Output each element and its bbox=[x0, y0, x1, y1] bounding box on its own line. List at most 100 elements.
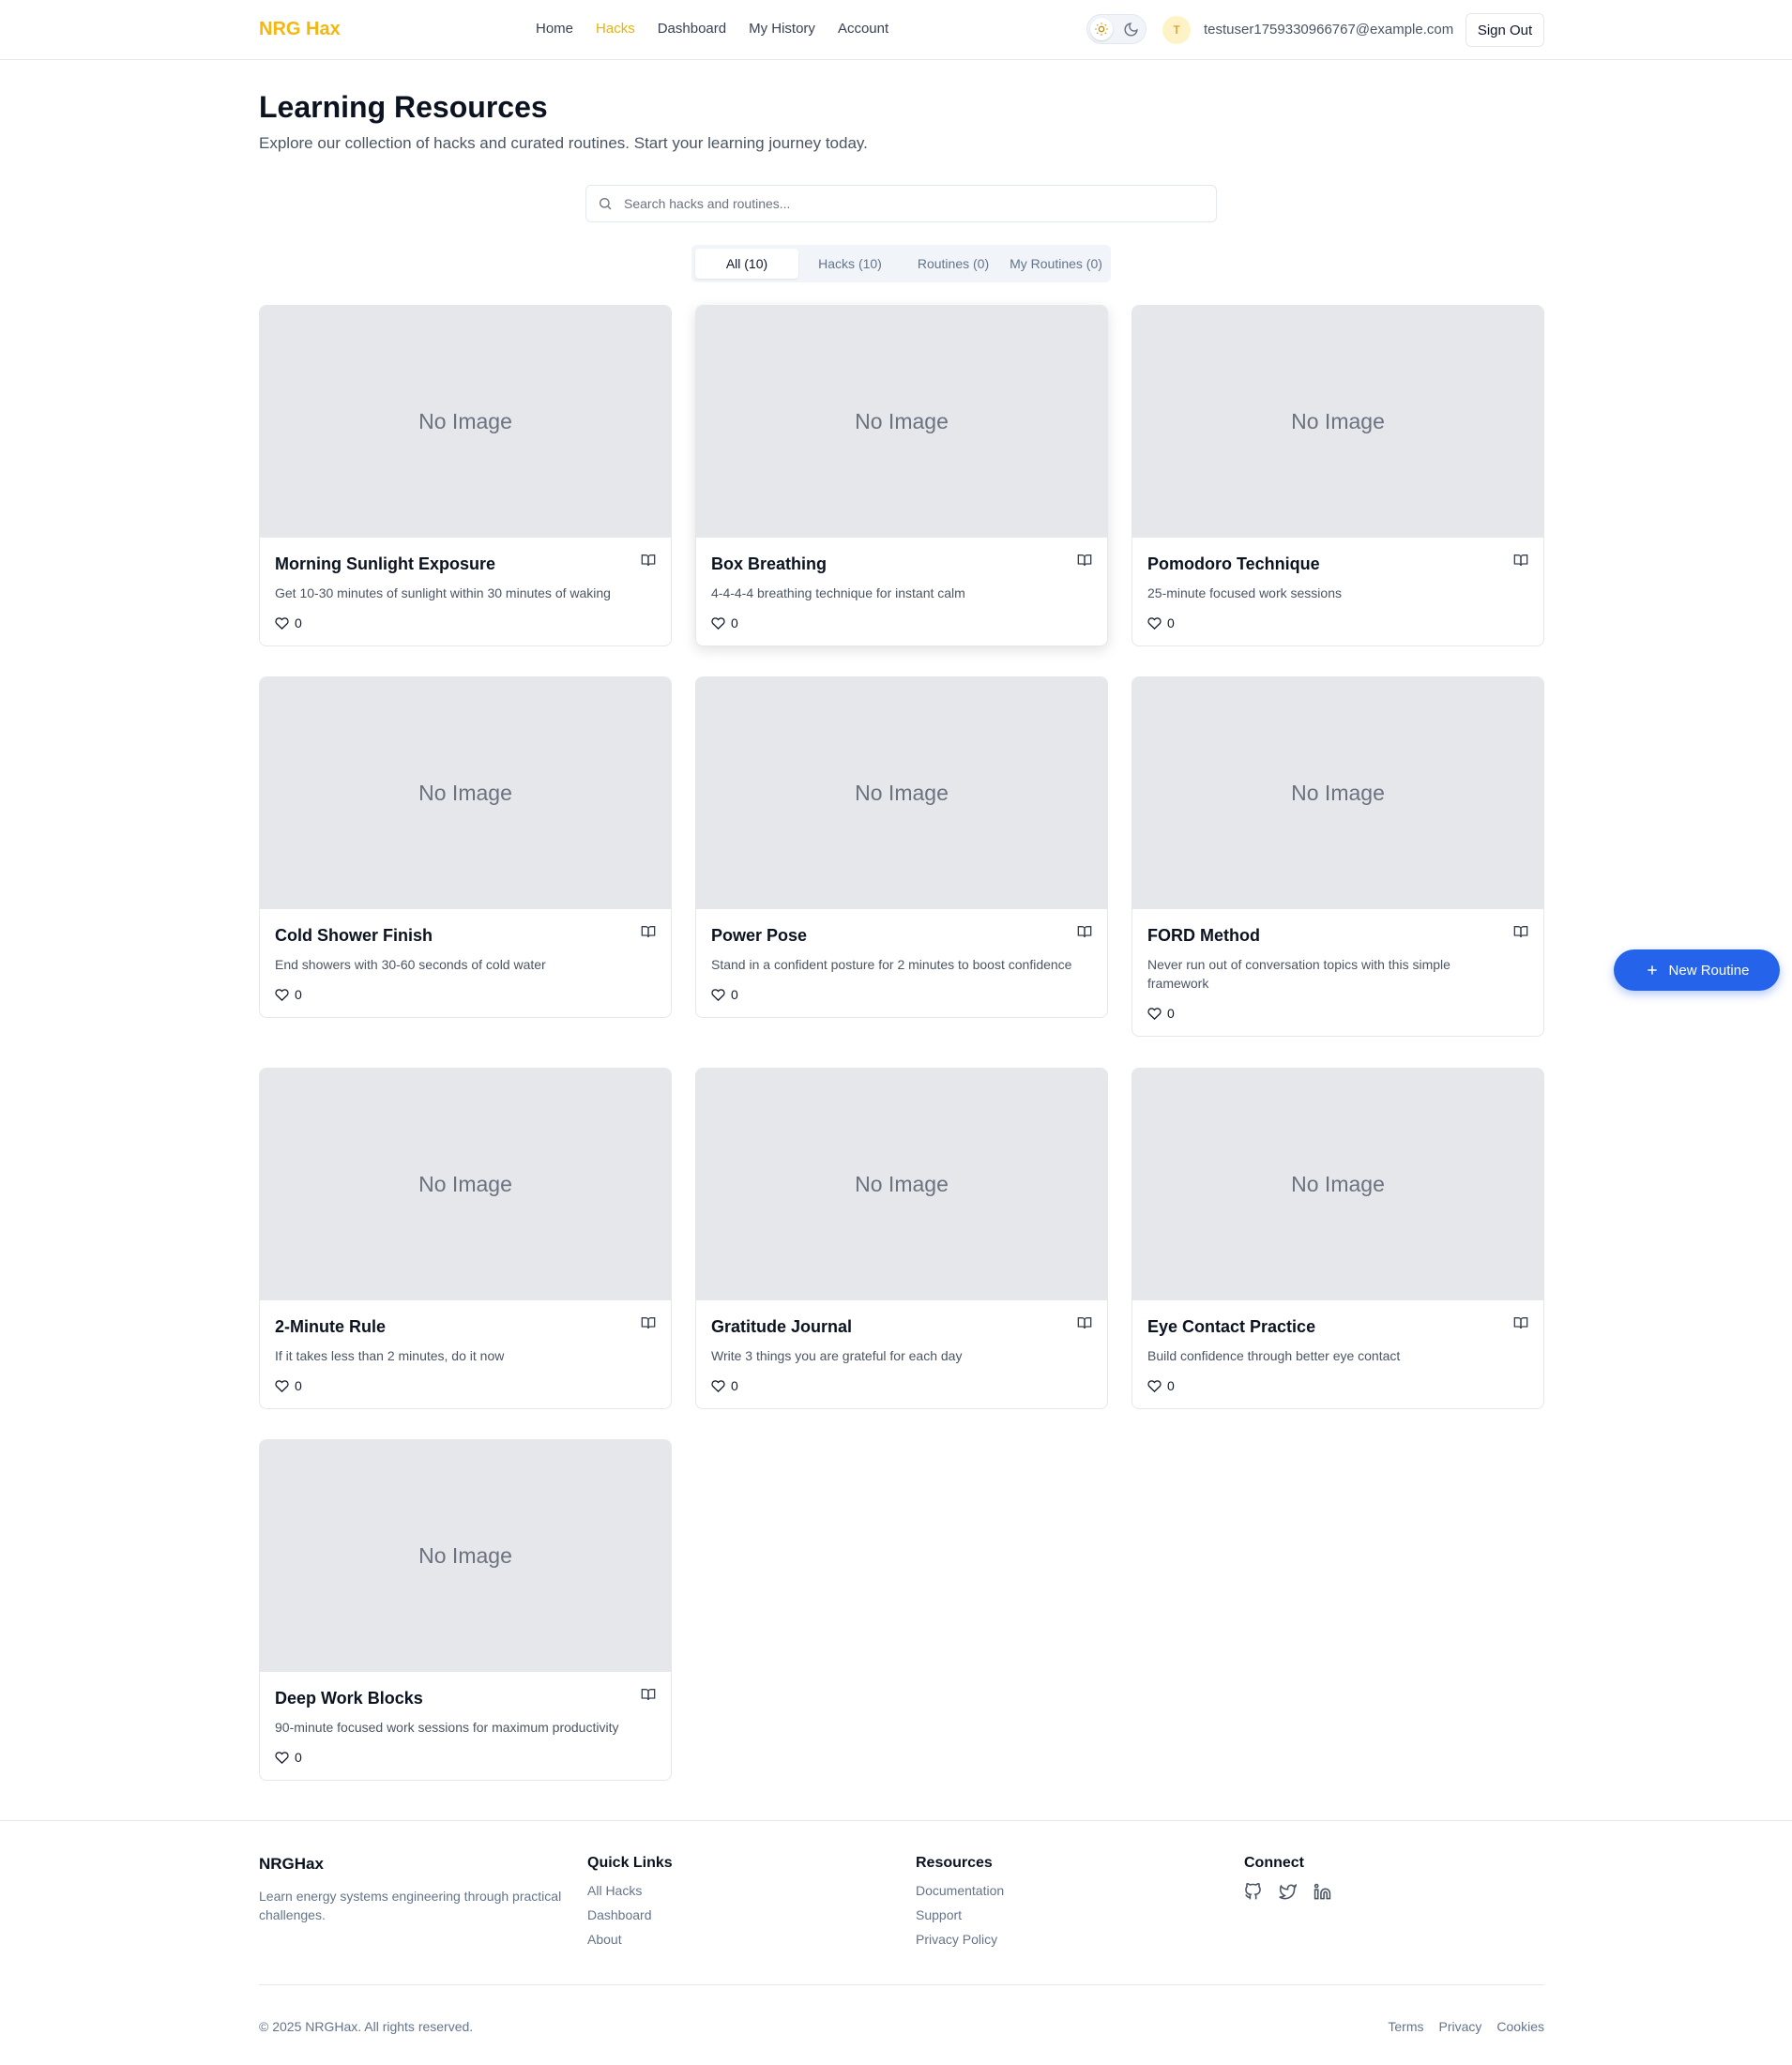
heart-icon bbox=[275, 1751, 289, 1764]
like-count: 0 bbox=[731, 987, 738, 1002]
new-routine-button[interactable]: New Routine bbox=[1614, 949, 1780, 991]
image-placeholder: No Image bbox=[1132, 1069, 1543, 1300]
copyright: © 2025 NRGHax. All rights reserved. bbox=[259, 2019, 474, 2034]
user-email: testuser1759330966767@example.com bbox=[1204, 22, 1454, 38]
image-placeholder: No Image bbox=[696, 1069, 1107, 1300]
nav-home[interactable]: Home bbox=[536, 21, 573, 37]
resource-card[interactable]: No Image Pomodoro Technique 25-minute fo… bbox=[1131, 305, 1544, 646]
heart-icon bbox=[1147, 1007, 1162, 1020]
card-title: Morning Sunlight Exposure bbox=[275, 554, 495, 573]
logo[interactable]: NRG Hax bbox=[259, 19, 341, 40]
like-button[interactable]: 0 bbox=[711, 615, 1092, 630]
image-placeholder: No Image bbox=[1132, 677, 1543, 909]
resource-card[interactable]: No Image Deep Work Blocks 90-minute focu… bbox=[259, 1439, 672, 1781]
book-icon bbox=[1077, 1315, 1092, 1335]
footer-tagline: Learn energy systems engineering through… bbox=[259, 1889, 562, 1922]
heart-icon bbox=[275, 1379, 289, 1392]
book-icon bbox=[641, 1315, 656, 1335]
footer-divider bbox=[259, 1984, 1544, 1985]
footer-resources: Resources Documentation Support Privacy … bbox=[916, 1855, 1004, 1956]
sun-icon bbox=[1090, 18, 1113, 40]
footer-brand-name: NRGHax bbox=[259, 1855, 324, 1873]
tab-my-routines[interactable]: My Routines (0) bbox=[1005, 249, 1107, 279]
resource-card[interactable]: No Image Morning Sunlight Exposure Get 1… bbox=[259, 305, 672, 646]
moon-icon bbox=[1121, 20, 1140, 38]
footer-link-privacy-policy[interactable]: Privacy Policy bbox=[916, 1932, 1004, 1947]
card-description: Never run out of conversation topics wit… bbox=[1147, 957, 1450, 991]
like-count: 0 bbox=[295, 1750, 302, 1765]
heart-icon bbox=[275, 988, 289, 1001]
resources-title: Resources bbox=[916, 1855, 993, 1871]
heart-icon bbox=[711, 988, 725, 1001]
footer-link-privacy[interactable]: Privacy bbox=[1439, 2019, 1482, 2034]
book-icon bbox=[641, 553, 656, 572]
search-icon bbox=[598, 196, 613, 216]
like-button[interactable]: 0 bbox=[711, 1378, 1092, 1393]
image-placeholder: No Image bbox=[1132, 306, 1543, 538]
like-count: 0 bbox=[295, 615, 302, 630]
nav-account[interactable]: Account bbox=[838, 21, 888, 37]
card-title: Box Breathing bbox=[711, 554, 828, 573]
avatar[interactable]: T bbox=[1162, 16, 1191, 44]
resource-card[interactable]: No Image FORD Method Never run out of co… bbox=[1131, 676, 1544, 1037]
book-icon bbox=[641, 924, 656, 944]
footer-brand: NRGHax Learn energy systems engineering … bbox=[259, 1855, 569, 1924]
tab-routines[interactable]: Routines (0) bbox=[902, 249, 1005, 279]
book-icon bbox=[1513, 924, 1528, 944]
image-placeholder: No Image bbox=[260, 677, 671, 909]
nav-hacks[interactable]: Hacks bbox=[596, 21, 635, 37]
heart-icon bbox=[1147, 1379, 1162, 1392]
tab-all[interactable]: All (10) bbox=[695, 249, 798, 279]
image-placeholder: No Image bbox=[260, 306, 671, 538]
book-icon bbox=[641, 1687, 656, 1707]
resource-card[interactable]: No Image Box Breathing 4-4-4-4 breathing… bbox=[695, 305, 1108, 646]
nav-dashboard[interactable]: Dashboard bbox=[658, 21, 726, 37]
card-description: End showers with 30-60 seconds of cold w… bbox=[275, 957, 546, 972]
like-button[interactable]: 0 bbox=[1147, 1006, 1528, 1021]
like-count: 0 bbox=[1167, 615, 1175, 630]
card-title: FORD Method bbox=[1147, 926, 1260, 945]
like-button[interactable]: 0 bbox=[275, 615, 656, 630]
like-button[interactable]: 0 bbox=[275, 1378, 656, 1393]
theme-toggle[interactable] bbox=[1086, 14, 1147, 44]
footer-link-about[interactable]: About bbox=[587, 1932, 673, 1947]
footer-link-terms[interactable]: Terms bbox=[1388, 2019, 1423, 2034]
footer-link-dashboard[interactable]: Dashboard bbox=[587, 1907, 673, 1922]
image-placeholder: No Image bbox=[260, 1440, 671, 1672]
linkedin-icon[interactable] bbox=[1314, 1883, 1331, 1906]
like-button[interactable]: 0 bbox=[1147, 1378, 1528, 1393]
like-button[interactable]: 0 bbox=[275, 987, 656, 1002]
sign-out-button[interactable]: Sign Out bbox=[1465, 13, 1544, 47]
card-description: 4-4-4-4 breathing technique for instant … bbox=[711, 585, 965, 600]
card-title: Gratitude Journal bbox=[711, 1317, 853, 1336]
resource-card[interactable]: No Image Power Pose Stand in a confident… bbox=[695, 676, 1108, 1018]
footer-link-documentation[interactable]: Documentation bbox=[916, 1883, 1004, 1898]
connect-title: Connect bbox=[1244, 1855, 1304, 1871]
resource-card[interactable]: No Image 2-Minute Rule If it takes less … bbox=[259, 1068, 672, 1409]
top-header: NRG Hax Home Hacks Dashboard My History … bbox=[0, 0, 1792, 60]
github-icon[interactable] bbox=[1244, 1882, 1262, 1906]
footer-link-all-hacks[interactable]: All Hacks bbox=[587, 1883, 673, 1898]
resource-card[interactable]: No Image Cold Shower Finish End showers … bbox=[259, 676, 672, 1018]
search-input[interactable] bbox=[624, 186, 1206, 221]
footer-link-cookies[interactable]: Cookies bbox=[1496, 2019, 1544, 2034]
like-count: 0 bbox=[731, 1378, 738, 1393]
card-title: Power Pose bbox=[711, 926, 808, 945]
footer-link-support[interactable]: Support bbox=[916, 1907, 1004, 1922]
twitter-icon[interactable] bbox=[1279, 1883, 1298, 1906]
card-title: Cold Shower Finish bbox=[275, 926, 433, 945]
new-routine-label: New Routine bbox=[1668, 962, 1750, 979]
card-title: Eye Contact Practice bbox=[1147, 1317, 1316, 1336]
search-box bbox=[585, 185, 1217, 222]
resource-card[interactable]: No Image Eye Contact Practice Build conf… bbox=[1131, 1068, 1544, 1409]
resource-card[interactable]: No Image Gratitude Journal Write 3 thing… bbox=[695, 1068, 1108, 1409]
nav-my-history[interactable]: My History bbox=[749, 21, 815, 37]
tab-hacks[interactable]: Hacks (10) bbox=[798, 249, 902, 279]
card-title: 2-Minute Rule bbox=[275, 1317, 387, 1336]
like-button[interactable]: 0 bbox=[275, 1750, 656, 1765]
card-title: Deep Work Blocks bbox=[275, 1689, 423, 1708]
heart-icon bbox=[711, 1379, 725, 1392]
like-button[interactable]: 0 bbox=[1147, 615, 1528, 630]
book-icon bbox=[1077, 924, 1092, 944]
like-button[interactable]: 0 bbox=[711, 987, 1092, 1002]
